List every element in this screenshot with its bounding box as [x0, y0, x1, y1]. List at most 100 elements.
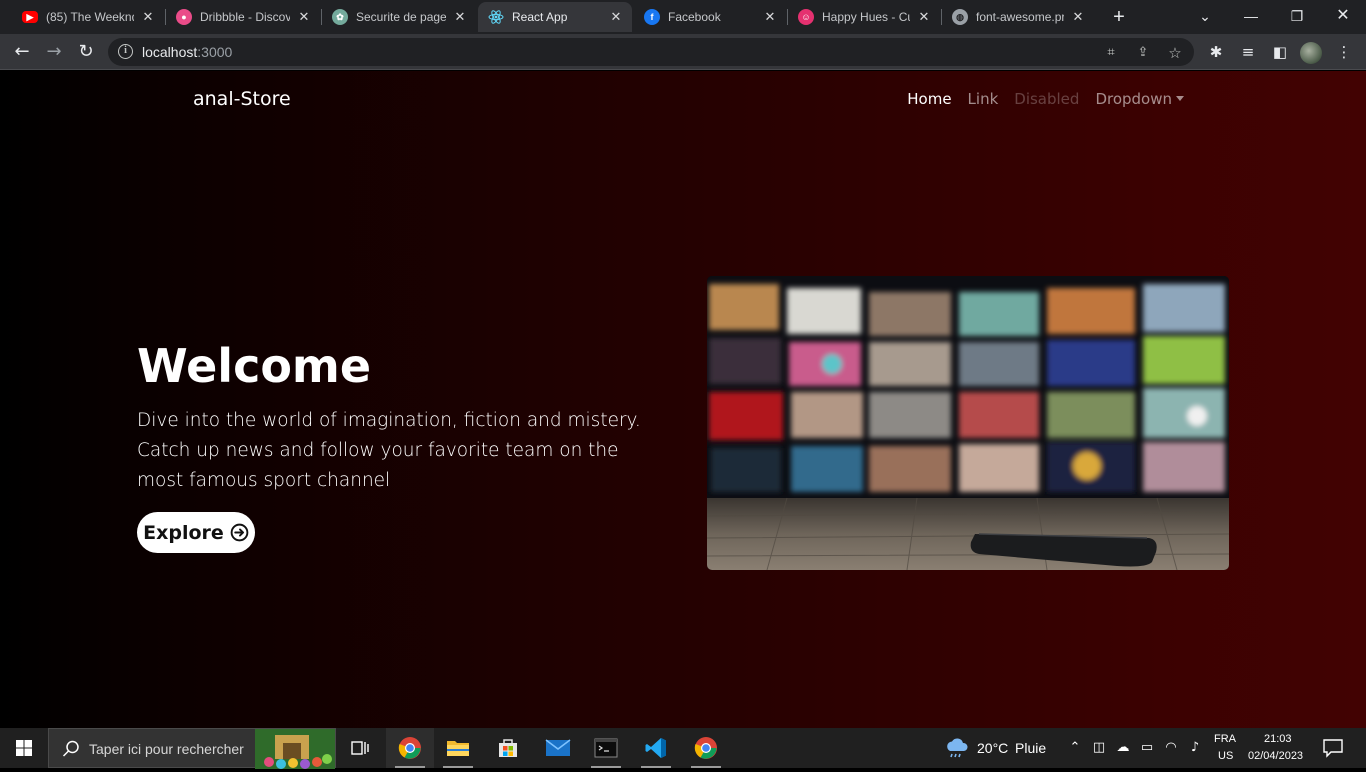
- hero-description: Dive into the world of imagination, fict…: [137, 410, 641, 491]
- clock-date[interactable]: 02/04/2023: [1248, 750, 1303, 762]
- bookmark-star-icon[interactable]: ☆: [1166, 44, 1184, 62]
- close-window-button[interactable]: ✕: [1320, 0, 1366, 34]
- tab-title: (85) The Weeknd: [46, 10, 134, 24]
- battery-icon[interactable]: ▭: [1138, 740, 1156, 756]
- start-button[interactable]: [0, 728, 48, 768]
- tab-dribbble[interactable]: ● Dribbble - Discov ✕: [166, 2, 320, 32]
- wifi-icon[interactable]: ◠: [1162, 740, 1180, 756]
- taskbar-chrome[interactable]: [386, 728, 434, 768]
- hero-title: Welcome: [137, 339, 372, 393]
- weather-temperature[interactable]: 20°C: [977, 740, 1008, 756]
- site-info-icon[interactable]: i: [118, 44, 133, 59]
- close-tab-icon[interactable]: ✕: [296, 9, 312, 25]
- terminal-icon: [594, 738, 618, 758]
- react-icon: [488, 9, 504, 25]
- mail-icon: [545, 739, 571, 756]
- media-control-icon[interactable]: ≡: [1238, 42, 1258, 62]
- nav-home[interactable]: Home: [907, 90, 951, 108]
- nav-disabled: Disabled: [1014, 90, 1080, 108]
- weather-description[interactable]: Pluie: [1015, 740, 1046, 756]
- main-nav: Home Link Disabled Dropdown: [907, 90, 1184, 108]
- happyhues-icon: ☺: [798, 9, 814, 25]
- taskbar-vscode[interactable]: [632, 728, 680, 768]
- windows-logo-icon: [16, 740, 32, 756]
- side-panel-icon[interactable]: ◧: [1270, 42, 1290, 62]
- task-view-icon: [351, 741, 369, 755]
- explore-button[interactable]: Explore: [137, 512, 255, 553]
- tab-chatgpt[interactable]: ✿ Securite de page ✕: [322, 2, 476, 32]
- forward-button[interactable]: →: [40, 38, 68, 66]
- folder-icon: [447, 741, 469, 756]
- extensions-icon[interactable]: ✱: [1206, 42, 1226, 62]
- keyboard-layout-indicator[interactable]: US: [1218, 750, 1233, 762]
- minimize-button[interactable]: —: [1228, 0, 1274, 34]
- explore-label: Explore: [143, 521, 224, 544]
- new-tab-button[interactable]: +: [1108, 6, 1130, 28]
- search-placeholder: Taper ici pour rechercher: [89, 741, 244, 757]
- meet-now-icon[interactable]: ◫: [1090, 740, 1108, 756]
- tab-title: Securite de page: [356, 10, 446, 24]
- page-viewport: anal-Store Home Link Disabled Dropdown W…: [0, 71, 1366, 728]
- tab-happy-hues[interactable]: ☺ Happy Hues - Cu ✕: [788, 2, 940, 32]
- tab-title: font-awesome.pr: [976, 10, 1064, 24]
- tab-title: React App: [512, 10, 568, 24]
- browser-tab-strip: ▶ (85) The Weeknd ✕ ● Dribbble - Discov …: [0, 0, 1366, 34]
- back-button[interactable]: ←: [8, 38, 36, 66]
- taskbar-search-box[interactable]: Taper ici pour rechercher: [48, 728, 336, 769]
- search-highlight-illustration: [255, 729, 335, 769]
- share-icon[interactable]: ⇪: [1134, 44, 1152, 62]
- close-tab-icon[interactable]: ✕: [1070, 9, 1086, 25]
- volume-icon[interactable]: ♪: [1186, 740, 1204, 756]
- taskbar-mail[interactable]: [534, 728, 582, 768]
- tab-title: Dribbble - Discov: [200, 10, 290, 24]
- restore-button[interactable]: ❐: [1274, 0, 1320, 34]
- language-indicator[interactable]: FRA: [1214, 733, 1236, 745]
- hero-tv-wall-image: [707, 276, 1229, 570]
- menu-kebab-icon[interactable]: ⋮: [1334, 42, 1354, 62]
- microsoft-store-icon: [499, 739, 517, 757]
- chrome-icon: [398, 737, 421, 759]
- translate-icon[interactable]: ⌗: [1102, 44, 1120, 62]
- taskbar-file-explorer[interactable]: [434, 728, 482, 768]
- brand-name: anal-Store: [193, 88, 291, 110]
- taskbar-terminal[interactable]: [582, 728, 630, 768]
- profile-avatar[interactable]: [1300, 42, 1322, 64]
- tab-title: Happy Hues - Cu: [822, 10, 910, 24]
- tab-search-chevron-icon[interactable]: ⌄: [1182, 0, 1228, 34]
- youtube-icon: ▶: [22, 11, 38, 23]
- rain-cloud-icon: [947, 738, 968, 758]
- chrome-icon: [694, 737, 717, 759]
- vscode-icon: [645, 738, 666, 758]
- chevron-up-icon[interactable]: ⌃: [1066, 740, 1084, 756]
- brand-logo[interactable]: anal-Store: [174, 88, 291, 110]
- close-tab-icon[interactable]: ✕: [140, 9, 156, 25]
- chatgpt-icon: ✿: [332, 9, 348, 25]
- tab-youtube[interactable]: ▶ (85) The Weeknd ✕: [12, 2, 164, 32]
- clock-time[interactable]: 21:03: [1264, 733, 1292, 745]
- tab-react-app[interactable]: React App ✕: [478, 2, 632, 32]
- taskbar-chrome-2[interactable]: [682, 728, 730, 768]
- onedrive-icon[interactable]: ☁: [1114, 740, 1132, 756]
- arrow-right-circle-icon: [230, 523, 249, 542]
- close-tab-icon[interactable]: ✕: [452, 9, 468, 25]
- tab-font-awesome[interactable]: ◍ font-awesome.pr ✕: [942, 2, 1094, 32]
- taskbar-store[interactable]: [484, 728, 532, 768]
- search-icon: [62, 740, 79, 757]
- dribbble-icon: ●: [176, 9, 192, 25]
- task-view-button[interactable]: [336, 728, 384, 768]
- windows-taskbar: Taper ici pour rechercher 20°C Pluie ⌃ ◫…: [0, 728, 1366, 769]
- notifications-icon[interactable]: [1322, 738, 1344, 758]
- tab-facebook[interactable]: f Facebook ✕: [634, 2, 786, 32]
- address-bar[interactable]: i localhost:3000 ⌗ ⇪ ☆: [108, 38, 1194, 66]
- browser-toolbar: ← → ↻ i localhost:3000 ⌗ ⇪ ☆ ✱ ≡ ◧ ⋮: [0, 34, 1366, 70]
- facebook-icon: f: [644, 9, 660, 25]
- caret-down-icon: [1176, 96, 1184, 101]
- tab-title: Facebook: [668, 10, 721, 24]
- close-tab-icon[interactable]: ✕: [916, 9, 932, 25]
- globe-icon: ◍: [952, 9, 968, 25]
- close-tab-icon[interactable]: ✕: [762, 9, 778, 25]
- reload-button[interactable]: ↻: [72, 38, 100, 66]
- close-tab-icon[interactable]: ✕: [608, 9, 624, 25]
- nav-dropdown[interactable]: Dropdown: [1095, 90, 1184, 108]
- nav-link[interactable]: Link: [968, 90, 999, 108]
